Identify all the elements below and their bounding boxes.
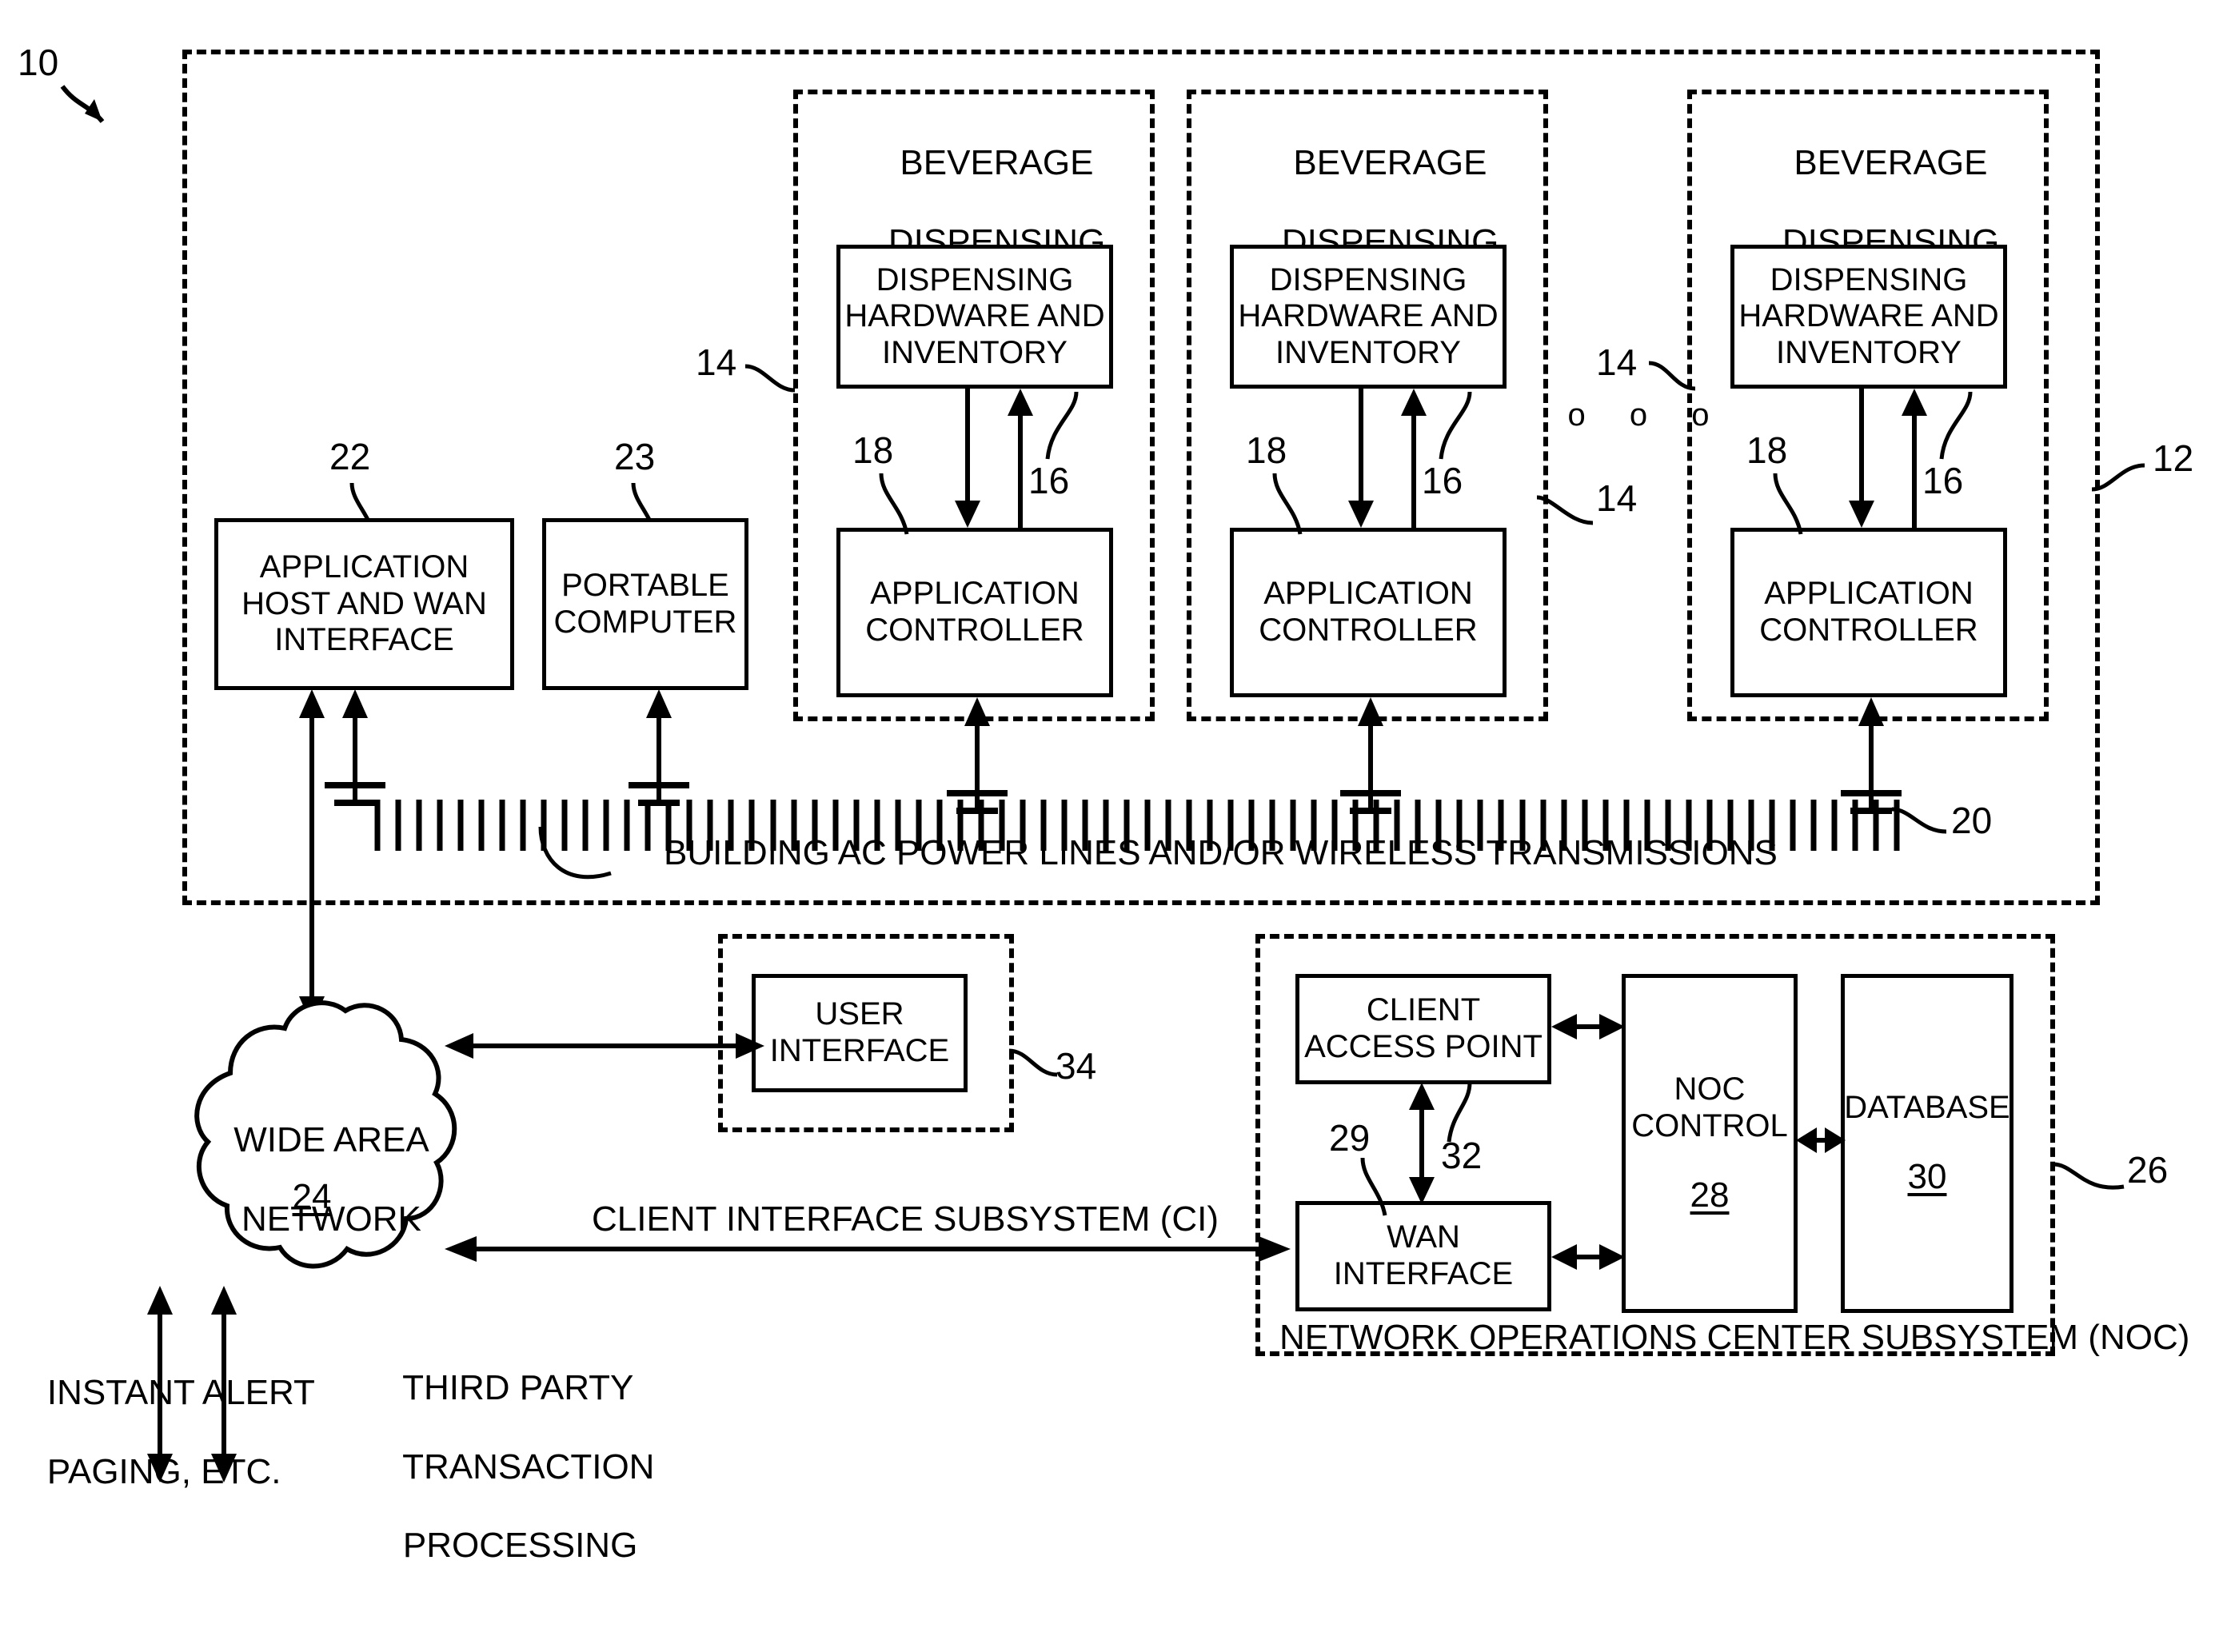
application-controller-n-label: APPLICATION CONTROLLER bbox=[1759, 576, 1978, 648]
database-label: DATABASE bbox=[1844, 1090, 2010, 1126]
application-controller-2-box[interactable]: APPLICATION CONTROLLER bbox=[1230, 528, 1507, 697]
leader-18-device-2 bbox=[1272, 473, 1303, 535]
noc-to-database-arrow bbox=[1796, 1127, 1846, 1153]
dispensing-hardware-n-label: DISPENSING HARDWARE AND INVENTORY bbox=[1738, 261, 1999, 370]
ref-14-device-1: 14 bbox=[696, 341, 737, 383]
leader-power-bus bbox=[538, 826, 612, 880]
leader-16-device-2 bbox=[1439, 391, 1472, 460]
portable-computer-label: PORTABLE COMPUTER bbox=[553, 567, 737, 640]
ref-database-30: 30 bbox=[1907, 1156, 1947, 1196]
database-box[interactable]: DATABASE 30 bbox=[1841, 974, 2013, 1313]
portable-computer-box[interactable]: PORTABLE COMPUTER bbox=[542, 518, 748, 690]
application-controller-1-box[interactable]: APPLICATION CONTROLLER bbox=[836, 528, 1113, 697]
leader-16-device-1 bbox=[1045, 391, 1079, 460]
power-bus-label: BUILDING AC POWER LINES AND/OR WIRELESS … bbox=[664, 833, 1778, 872]
leader-14-device-1 bbox=[744, 364, 796, 393]
ref-app-host-22: 22 bbox=[329, 436, 371, 477]
ref-29: 29 bbox=[1329, 1117, 1371, 1159]
portable-computer-ground-arrow bbox=[629, 689, 689, 806]
device-1-ground-arrow bbox=[947, 697, 1008, 814]
wan-to-noc-arrow bbox=[1551, 1244, 1625, 1270]
ui-to-cloud-arrow bbox=[445, 1033, 764, 1059]
noc-control-box[interactable]: NOC CONTROL 28 bbox=[1622, 974, 1798, 1313]
application-controller-1-label: APPLICATION CONTROLLER bbox=[865, 576, 1084, 648]
noc-caption: NETWORK OPERATIONS CENTER SUBSYSTEM (NOC… bbox=[1279, 1318, 2190, 1357]
leader-29 bbox=[1360, 1157, 1387, 1216]
ref-18-device-1: 18 bbox=[852, 429, 894, 471]
application-host-box[interactable]: APPLICATION HOST AND WAN INTERFACE bbox=[214, 518, 514, 690]
leader-20 bbox=[1891, 807, 1947, 834]
ref-wan-24: 24 bbox=[292, 1177, 332, 1216]
user-interface-label: USER INTERFACE bbox=[769, 996, 950, 1068]
leader-18-device-1 bbox=[879, 473, 909, 535]
leader-16-device-n bbox=[1939, 391, 1973, 460]
app-host-to-wan-arrow bbox=[299, 689, 325, 1025]
dispensing-hardware-1-label: DISPENSING HARDWARE AND INVENTORY bbox=[844, 261, 1105, 370]
dispensing-hardware-2-label: DISPENSING HARDWARE AND INVENTORY bbox=[1238, 261, 1499, 370]
leader-26 bbox=[2053, 1162, 2125, 1190]
application-host-label: APPLICATION HOST AND WAN INTERFACE bbox=[241, 549, 487, 658]
client-access-point-label: CLIENT ACCESS POINT bbox=[1304, 992, 1543, 1064]
client-access-to-noc-arrow bbox=[1551, 1014, 1625, 1039]
ref-portable-23: 23 bbox=[614, 436, 656, 477]
dispensing-hardware-2-box[interactable]: DISPENSING HARDWARE AND INVENTORY bbox=[1230, 245, 1507, 389]
client-access-point-box[interactable]: CLIENT ACCESS POINT bbox=[1295, 974, 1551, 1084]
noc-control-label: NOC CONTROL bbox=[1631, 1071, 1788, 1143]
leader-32 bbox=[1447, 1082, 1472, 1143]
leader-14-middle bbox=[1536, 495, 1594, 525]
patent-figure: 10 12 22 APPLICATION HOST AND WAN INTERF… bbox=[0, 0, 2227, 1652]
instant-alert-label: INSTANT ALERT PAGING, ETC. bbox=[46, 1373, 315, 1491]
dispensing-hardware-n-box[interactable]: DISPENSING HARDWARE AND INVENTORY bbox=[1730, 245, 2007, 389]
device-n-ground-arrow bbox=[1841, 697, 1902, 814]
wan-interface-label: WAN INTERFACE bbox=[1333, 1219, 1514, 1291]
dispensing-hardware-1-box[interactable]: DISPENSING HARDWARE AND INVENTORY bbox=[836, 245, 1113, 389]
leader-12 bbox=[2091, 463, 2145, 492]
leader-14-device-n bbox=[1648, 361, 1696, 391]
application-controller-2-label: APPLICATION CONTROLLER bbox=[1259, 576, 1478, 648]
leader-arrow-10 bbox=[60, 85, 105, 123]
application-controller-n-box[interactable]: APPLICATION CONTROLLER bbox=[1730, 528, 2007, 697]
user-interface-box[interactable]: USER INTERFACE bbox=[752, 974, 968, 1092]
ref-noc-control-28: 28 bbox=[1690, 1175, 1730, 1215]
ref-18-device-2: 18 bbox=[1246, 429, 1287, 471]
leader-34 bbox=[1008, 1048, 1058, 1077]
ref-14-device-n: 14 bbox=[1596, 341, 1638, 383]
leader-18-device-n bbox=[1773, 473, 1803, 535]
device-2-ground-arrow bbox=[1340, 697, 1401, 814]
third-party-label: THIRD PARTY TRANSACTION PROCESSING bbox=[402, 1368, 655, 1566]
ref-18-device-n: 18 bbox=[1746, 429, 1788, 471]
ci-connector-arrow bbox=[445, 1236, 1291, 1262]
